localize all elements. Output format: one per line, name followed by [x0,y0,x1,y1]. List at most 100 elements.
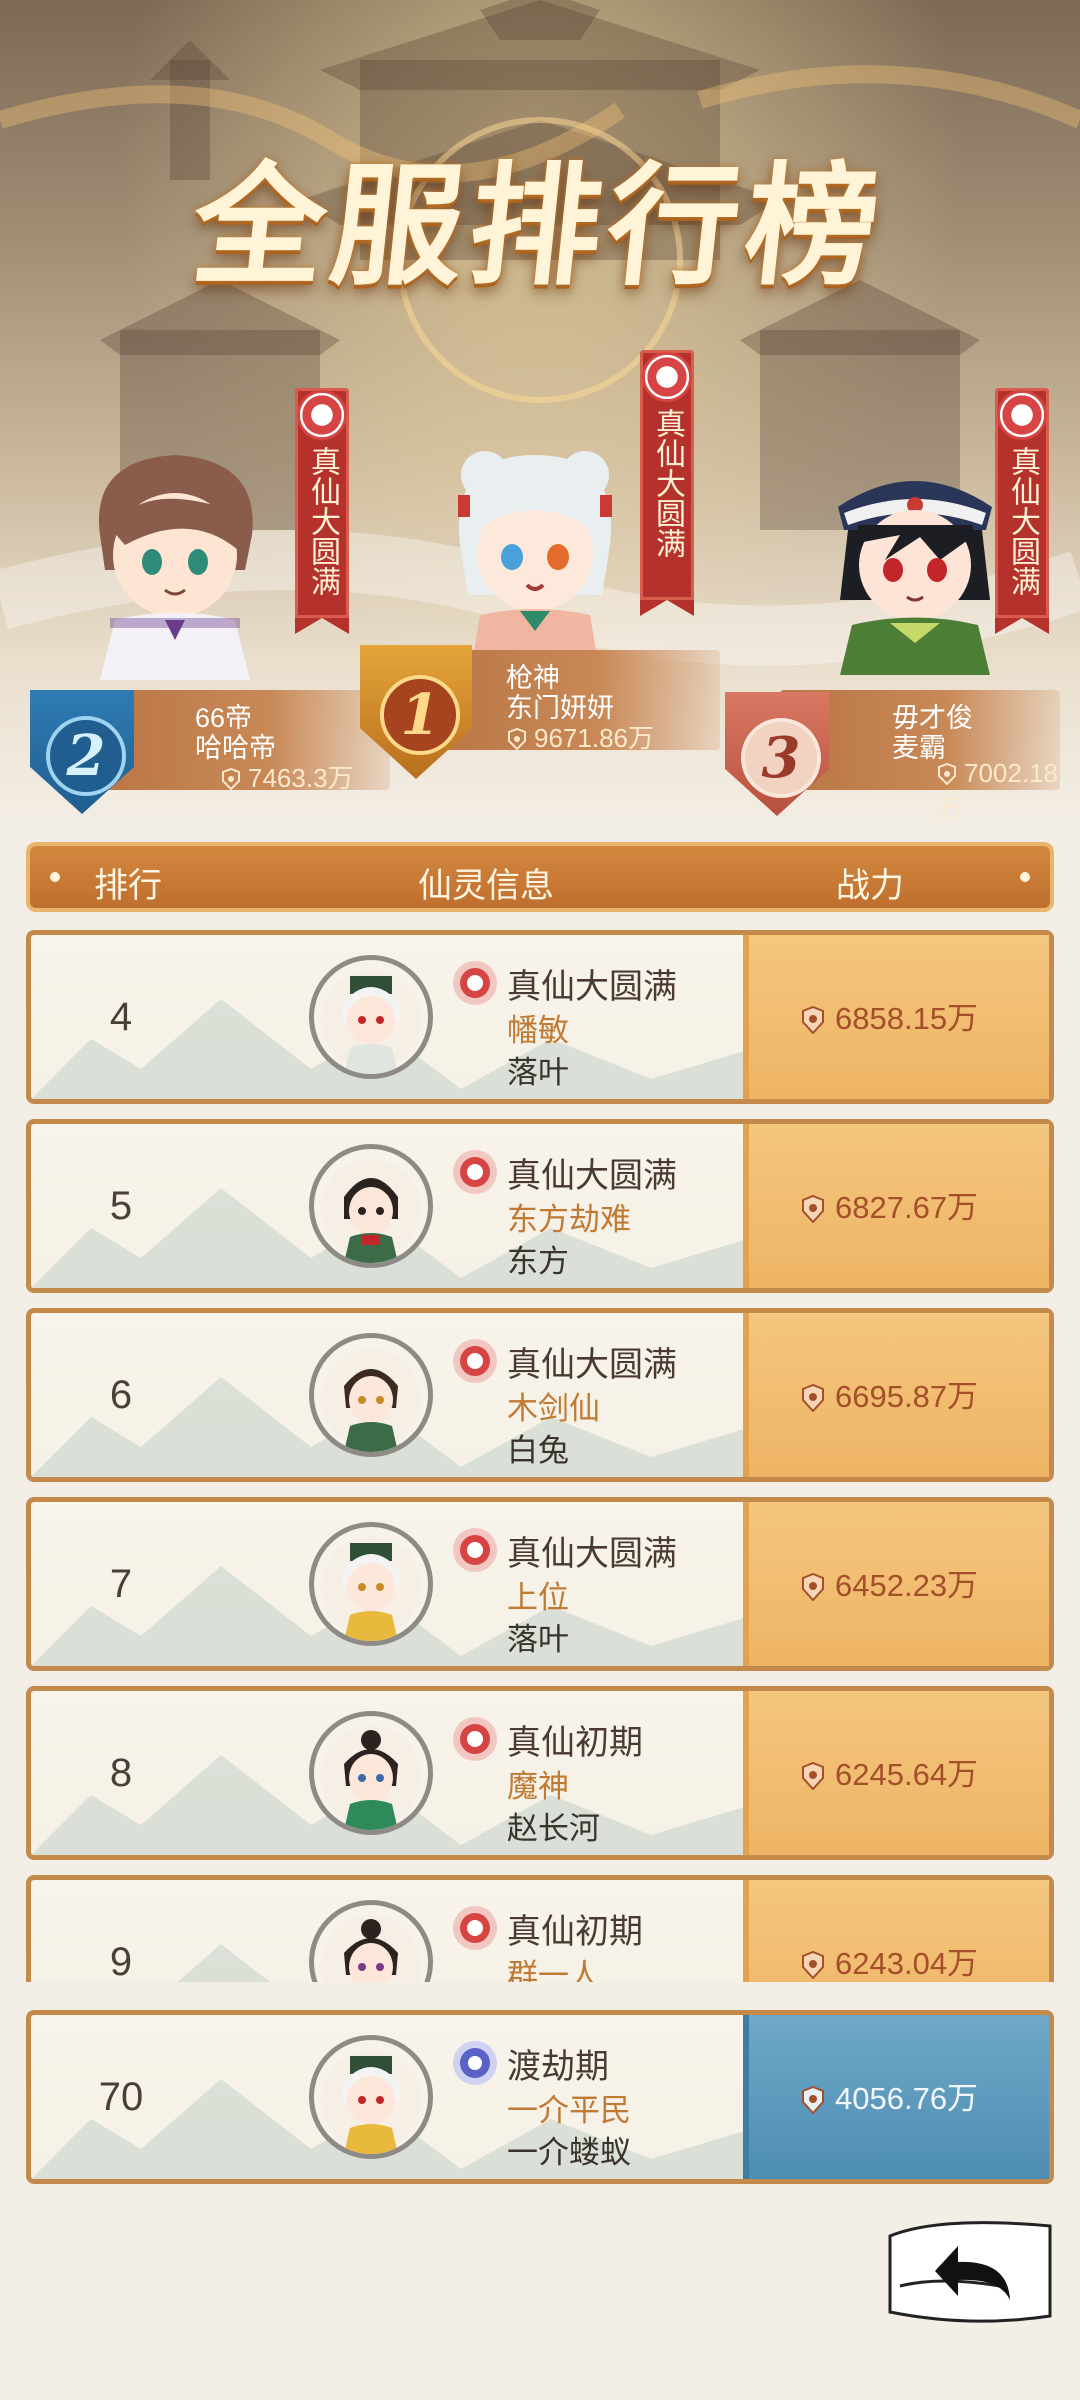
row-power: 6858.15万 [799,993,978,1038]
row-rank: 9 [109,1940,133,1982]
power-gem-icon [802,2086,824,2114]
row-realm: 真仙大圆满 [507,968,677,1006]
my-realm: 渡劫期 [507,2048,609,2086]
page-title: 全服排行榜 [185,149,892,304]
row-rank: 7 [109,1562,133,1606]
header-dot [1020,872,1030,882]
my-name: 一介蝼蚁 [507,2135,631,2170]
power-gem-icon [802,1762,824,1790]
realm-banner: 真仙大圆满 [995,388,1049,634]
power-cell: 4056.76万 [743,2015,1049,2179]
row-realm: 真仙初期 [507,1913,643,1951]
power-cell: 6695.87万 [743,1313,1049,1477]
row-title: 魔神 [507,1769,569,1804]
player-avatar[interactable] [309,1522,433,1646]
table-row[interactable]: 4 真仙大圆满 幡敏 落叶 6858.15万 [26,930,1054,1104]
player-avatar[interactable] [309,2035,433,2159]
my-power: 4056.76万 [799,2073,978,2118]
row-power: 6827.67万 [799,1182,978,1227]
character-portrait [98,455,253,680]
lotus-icon [997,390,1047,440]
my-title: 一介平民 [507,2093,631,2128]
row-title: 木剑仙 [507,1391,600,1426]
power-cell: 6858.15万 [743,935,1049,1099]
row-name: 赵长河 [507,1811,600,1846]
row-power: 6695.87万 [799,1371,978,1416]
power-gem-icon [222,768,240,790]
power-gem-icon [802,1951,824,1979]
power-cell: 6452.23万 [743,1502,1049,1666]
power-gem-icon [802,1384,824,1412]
row-realm: 真仙大圆满 [507,1157,677,1195]
player-power: 9671.86万 [506,718,654,755]
lotus-realm-icon [453,1150,497,1194]
header-rank: 排行 [94,867,162,905]
player-avatar[interactable] [309,1333,433,1457]
row-name: 白兔 [507,1433,569,1468]
player-avatar[interactable] [309,955,433,1079]
blue-flower-realm-icon [453,2041,497,2085]
realm-banner: 真仙大圆满 [295,388,349,634]
lotus-realm-icon [453,1528,497,1572]
row-title: 幡敏 [507,1013,569,1048]
table-row[interactable]: 8 真仙初期 魔神 赵长河 6245.64万 [26,1686,1054,1860]
table-header: 排行 仙灵信息 战力 [26,842,1054,912]
realm-banner: 真仙大圆满 [640,350,694,616]
row-rank: 8 [109,1751,133,1795]
back-arrow-icon[interactable] [880,2216,1060,2326]
row-title: 东方劫难 [507,1202,631,1237]
player-avatar[interactable] [309,1144,433,1268]
rank-badge-2: 2 [30,690,134,814]
row-power: 6245.64万 [799,1749,978,1794]
table-row[interactable]: 9 真仙初期 群一人 6243.04万 [26,1875,1054,1982]
player-avatar[interactable] [309,1711,433,1835]
rank-badge-1: 1 [360,645,472,779]
lotus-icon [642,352,692,402]
row-name: 东方 [507,1244,569,1279]
character-portrait [458,451,612,675]
row-realm: 真仙大圆满 [507,1346,677,1384]
banner-text: 真仙大圆满 [305,446,340,596]
lotus-icon [297,390,347,440]
podium-second[interactable]: 真仙大圆满 66帝 哈哈帝 7463.3万 2 [30,330,390,814]
podium-third[interactable]: 真仙大圆满 毋才俊 麦霸 7002.18万 3 [720,330,1060,824]
power-gem-icon [802,1573,824,1601]
podium-plate: 66帝 哈哈帝 7463.3万 [90,690,390,793]
row-power: 6243.04万 [799,1938,978,1982]
lotus-realm-icon [453,961,497,1005]
row-rank: 4 [109,995,133,1039]
row-name: 落叶 [507,1055,569,1090]
power-gem-icon [938,763,956,785]
player-avatar[interactable] [309,1900,433,1982]
row-rank: 6 [109,1373,133,1417]
character-portrait [838,481,992,675]
rank-badge-3: 3 [725,692,829,816]
lotus-realm-icon [453,1339,497,1383]
row-realm: 真仙大圆满 [507,1535,677,1573]
podium-first[interactable]: 真仙大圆满 枪神 东门妍妍 9671.86万 1 [360,350,720,830]
lotus-realm-icon [453,1717,497,1761]
lotus-realm-icon [453,1906,497,1950]
header-info: 仙灵信息 [418,867,554,905]
row-title: 群一人 [507,1958,600,1982]
player-power: 7463.3万 [220,758,354,795]
table-row[interactable]: 7 真仙大圆满 上位 落叶 6452.23万 [26,1497,1054,1671]
power-cell: 6243.04万 [743,1880,1049,1982]
row-name: 落叶 [507,1622,569,1657]
my-rank: 70 [98,2075,144,2119]
power-cell: 6245.64万 [743,1691,1049,1855]
my-rank-row[interactable]: 70 渡劫期 一介平民 一介蝼蚁 4056.76万 [26,2010,1054,2184]
power-cell: 6827.67万 [743,1124,1049,1288]
row-power: 6452.23万 [799,1560,978,1605]
power-gem-icon [802,1006,824,1034]
ranking-list[interactable]: 4 真仙大圆满 幡敏 落叶 6858.15万 5 真仙大圆满 东方劫难 东方 6… [26,930,1054,1982]
power-gem-icon [508,728,526,750]
row-title: 上位 [507,1580,569,1615]
row-rank: 5 [109,1184,133,1228]
power-gem-icon [802,1195,824,1223]
header-power: 战力 [836,867,904,905]
player-power: 7002.18万 [936,758,1058,824]
table-row[interactable]: 6 真仙大圆满 木剑仙 白兔 6695.87万 [26,1308,1054,1482]
row-realm: 真仙初期 [507,1724,643,1762]
table-row[interactable]: 5 真仙大圆满 东方劫难 东方 6827.67万 [26,1119,1054,1293]
